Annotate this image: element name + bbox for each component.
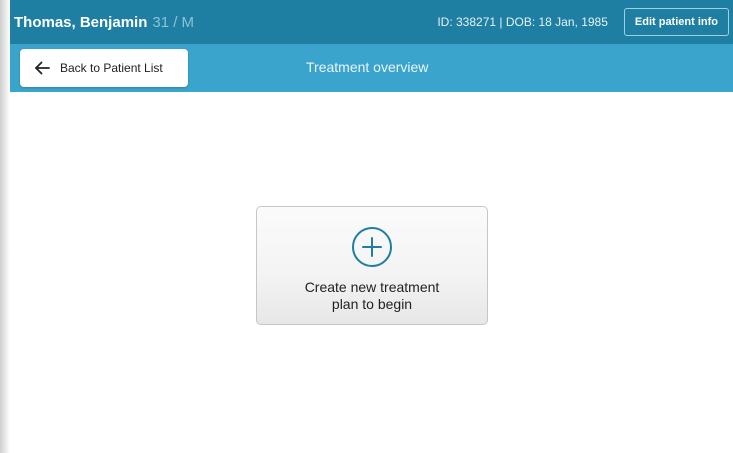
edit-patient-info-button[interactable]: Edit patient info	[623, 8, 729, 36]
create-treatment-plan-label: Create new treatment plan to begin	[257, 279, 487, 313]
back-to-patient-list-button[interactable]: Back to Patient List	[20, 49, 188, 87]
app-window: Thomas, Benjamin 31 / M ID: 338271 | DOB…	[0, 0, 733, 453]
patient-id-dob: ID: 338271 | DOB: 18 Jan, 1985	[437, 15, 608, 29]
patient-age-sex: 31 / M	[152, 13, 195, 31]
back-button-label: Back to Patient List	[60, 61, 163, 75]
create-treatment-plan-button[interactable]: Create new treatment plan to begin	[256, 206, 488, 325]
window-edge-shadow	[0, 0, 10, 453]
arrow-left-icon	[34, 61, 50, 75]
patient-name: Thomas, Benjamin	[14, 13, 148, 31]
plus-circle-icon	[351, 226, 393, 268]
create-label-line-2: plan to begin	[331, 296, 413, 312]
navigation-bar: Back to Patient List Treatment overview	[10, 44, 733, 92]
page-title: Treatment overview	[306, 59, 429, 75]
patient-header-bar: Thomas, Benjamin 31 / M ID: 338271 | DOB…	[10, 0, 733, 44]
create-label-line-1: Create new treatment	[304, 279, 440, 295]
